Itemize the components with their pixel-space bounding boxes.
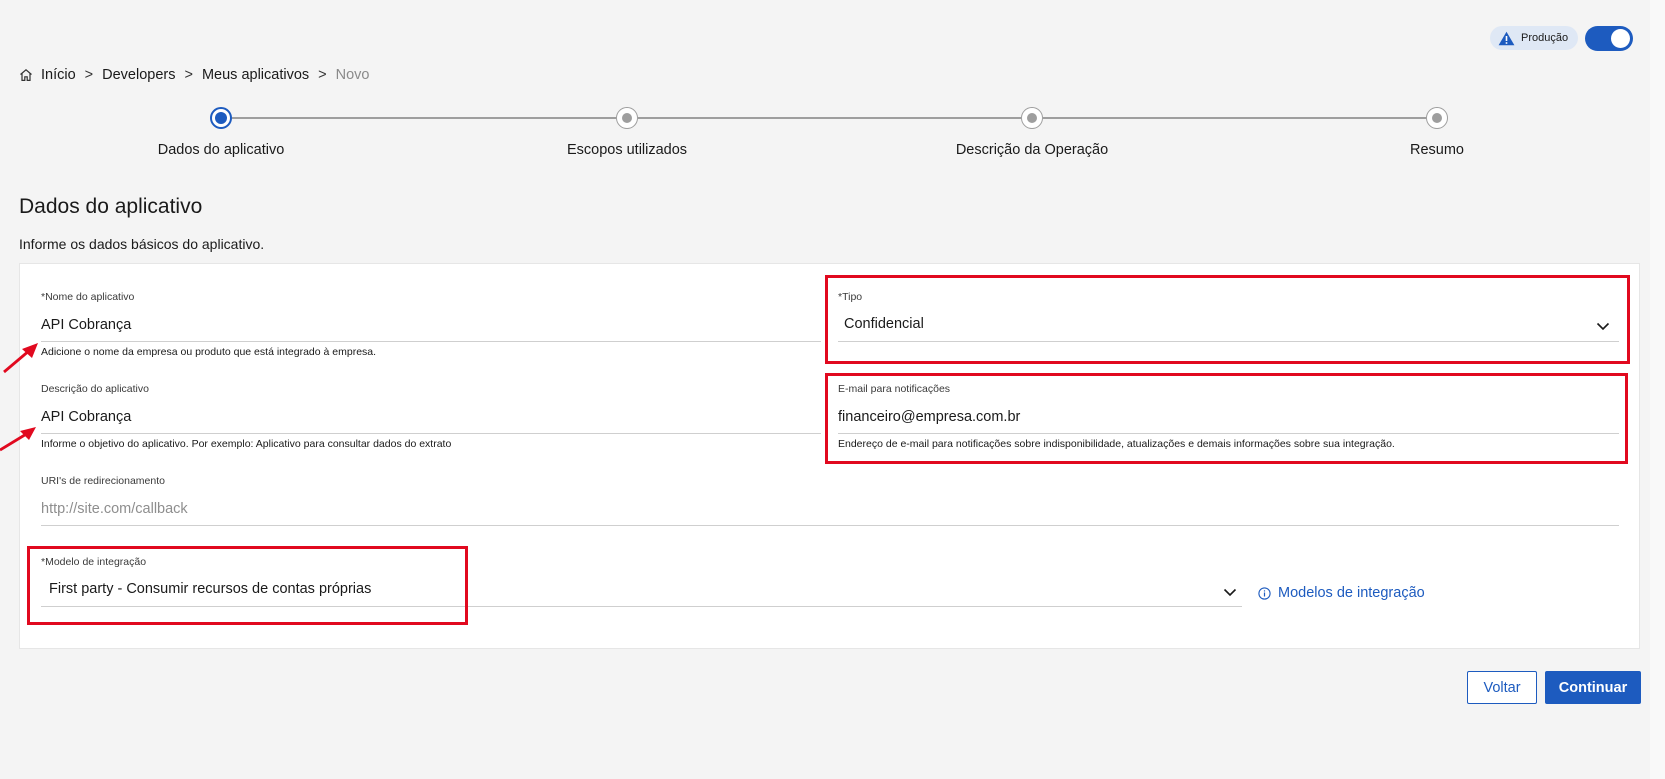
- window-edge: [1650, 0, 1665, 779]
- toggle-knob: [1611, 29, 1630, 48]
- stepper-connector: [232, 117, 616, 119]
- environment-badge: Produção: [1490, 26, 1579, 50]
- page-title: Dados do aplicativo: [19, 195, 203, 218]
- breadcrumb-item-developers[interactable]: Developers: [102, 67, 175, 83]
- redirect-uris-label: URI's de redirecionamento: [41, 475, 165, 487]
- app-description-input[interactable]: API Cobrança: [41, 409, 131, 425]
- continue-button[interactable]: Continuar: [1545, 671, 1641, 704]
- breadcrumb-current: Novo: [335, 67, 370, 83]
- home-icon[interactable]: [19, 68, 33, 82]
- app-name-input[interactable]: API Cobrança: [41, 317, 131, 333]
- breadcrumb-separator: >: [318, 67, 327, 83]
- breadcrumb: Início > Developers > Meus aplicativos >…: [19, 64, 369, 86]
- step-3-label: Descrição da Operação: [955, 142, 1109, 158]
- highlight-box-email: [825, 373, 1628, 464]
- step-1-label: Dados do aplicativo: [157, 142, 285, 158]
- chevron-down-icon[interactable]: [1223, 584, 1237, 602]
- integration-models-link-label: Modelos de integração: [1278, 585, 1425, 601]
- stepper-connector: [1043, 117, 1426, 119]
- app-description-helper: Informe o objetivo do aplicativo. Por ex…: [41, 438, 452, 450]
- breadcrumb-item-inicio[interactable]: Início: [41, 67, 76, 83]
- step-4-indicator: [1426, 107, 1448, 129]
- annotation-arrow-icon: [3, 343, 38, 374]
- step-2-indicator: [616, 107, 638, 129]
- breadcrumb-separator: >: [184, 67, 193, 83]
- app-name-label: *Nome do aplicativo: [41, 291, 135, 303]
- step-1-indicator: [210, 107, 232, 129]
- highlight-box-type: [825, 275, 1630, 364]
- warning-icon: [1498, 31, 1515, 45]
- stepper-connector: [638, 117, 1021, 119]
- step-3-indicator: [1021, 107, 1043, 129]
- redirect-uris-input[interactable]: http://site.com/callback: [41, 501, 188, 517]
- environment-toggle[interactable]: [1585, 26, 1633, 51]
- breadcrumb-item-meus-aplicativos[interactable]: Meus aplicativos: [202, 67, 309, 83]
- environment-badge-label: Produção: [1521, 32, 1569, 44]
- integration-models-link[interactable]: Modelos de integração: [1258, 585, 1425, 601]
- page-subtitle: Informe os dados básicos do aplicativo.: [19, 236, 265, 252]
- step-2-label: Escopos utilizados: [566, 142, 688, 158]
- highlight-box-integration-model: [27, 546, 468, 625]
- app-name-underline: [41, 341, 821, 342]
- step-4-label: Resumo: [1410, 142, 1464, 158]
- redirect-uris-underline: [41, 525, 1619, 526]
- app-description-underline: [41, 433, 821, 434]
- info-icon: [1258, 586, 1271, 600]
- annotation-arrow-icon: [0, 427, 36, 452]
- app-name-helper: Adicione o nome da empresa ou produto qu…: [41, 346, 377, 358]
- app-description-label: Descrição do aplicativo: [41, 383, 149, 395]
- back-button[interactable]: Voltar: [1467, 671, 1537, 704]
- breadcrumb-separator: >: [84, 67, 94, 83]
